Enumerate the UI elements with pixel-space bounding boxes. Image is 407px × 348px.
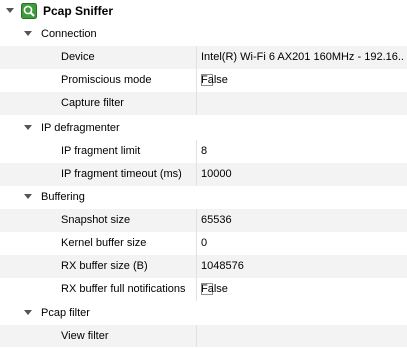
ip-fragment-limit-value[interactable]: 8 (201, 140, 404, 163)
pcap-sniffer-icon (21, 3, 37, 19)
root-row-pcap-sniffer[interactable]: Pcap Sniffer (0, 0, 407, 23)
property-label-kernel-buffer-size: Kernel buffer size (61, 237, 147, 249)
capture-filter-value[interactable] (201, 92, 404, 115)
property-label-promiscuous-mode: Promiscious mode (61, 74, 152, 86)
group-row-pcap-filter[interactable]: Pcap filter (0, 302, 407, 325)
property-label-rx-buffer-size: RX buffer size (B) (61, 260, 148, 272)
chevron-down-icon[interactable] (24, 194, 32, 199)
property-row-promiscuous-mode[interactable]: Promiscious mode False (0, 69, 407, 92)
group-label-pcap-filter: Pcap filter (41, 307, 90, 319)
property-row-device[interactable]: Device Intel(R) Wi-Fi 6 AX201 160MHz - 1… (0, 46, 407, 69)
chevron-down-icon[interactable] (24, 31, 32, 36)
kernel-buffer-size-value[interactable]: 0 (201, 232, 404, 255)
view-filter-value[interactable] (201, 325, 404, 348)
promiscuous-mode-value: False (201, 74, 228, 86)
property-grid: Pcap Sniffer Connection Device Intel(R) … (0, 0, 407, 347)
group-row-buffering[interactable]: Buffering (0, 186, 407, 209)
root-label: Pcap Sniffer (43, 4, 114, 18)
chevron-down-icon[interactable] (24, 310, 32, 315)
property-row-ip-fragment-timeout[interactable]: IP fragment timeout (ms) 10000 (0, 163, 407, 186)
property-row-capture-filter[interactable]: Capture filter (0, 92, 407, 115)
ip-fragment-timeout-value[interactable]: 10000 (201, 163, 404, 186)
chevron-down-icon[interactable] (24, 125, 32, 130)
snapshot-size-value[interactable]: 65536 (201, 209, 404, 232)
property-label-rx-buffer-full-notifications: RX buffer full notifications (61, 283, 186, 295)
property-label-ip-fragment-timeout: IP fragment timeout (ms) (61, 168, 182, 180)
group-row-ip-defragmenter[interactable]: IP defragmenter (0, 117, 407, 140)
property-row-ip-fragment-limit[interactable]: IP fragment limit 8 (0, 140, 407, 163)
group-row-connection[interactable]: Connection (0, 23, 407, 46)
property-row-view-filter[interactable]: View filter (0, 325, 407, 347)
group-label-ip-defragmenter: IP defragmenter (41, 122, 120, 134)
property-label-ip-fragment-limit: IP fragment limit (61, 145, 141, 157)
device-value[interactable]: Intel(R) Wi-Fi 6 AX201 160MHz - 192.16..… (201, 46, 404, 69)
chevron-down-icon[interactable] (6, 8, 14, 13)
property-row-kernel-buffer-size[interactable]: Kernel buffer size 0 (0, 232, 407, 255)
property-row-rx-buffer-size[interactable]: RX buffer size (B) 1048576 (0, 255, 407, 278)
rx-buffer-full-notifications-value: False (201, 283, 228, 295)
property-label-capture-filter: Capture filter (61, 97, 124, 109)
rx-buffer-size-value[interactable]: 1048576 (201, 255, 404, 278)
property-row-snapshot-size[interactable]: Snapshot size 65536 (0, 209, 407, 232)
property-label-view-filter: View filter (61, 330, 109, 342)
group-label-buffering: Buffering (41, 191, 85, 203)
property-row-rx-buffer-full-notifications[interactable]: RX buffer full notifications False (0, 278, 407, 301)
property-label-device: Device (61, 51, 95, 63)
group-label-connection: Connection (41, 28, 97, 40)
property-label-snapshot-size: Snapshot size (61, 214, 131, 226)
